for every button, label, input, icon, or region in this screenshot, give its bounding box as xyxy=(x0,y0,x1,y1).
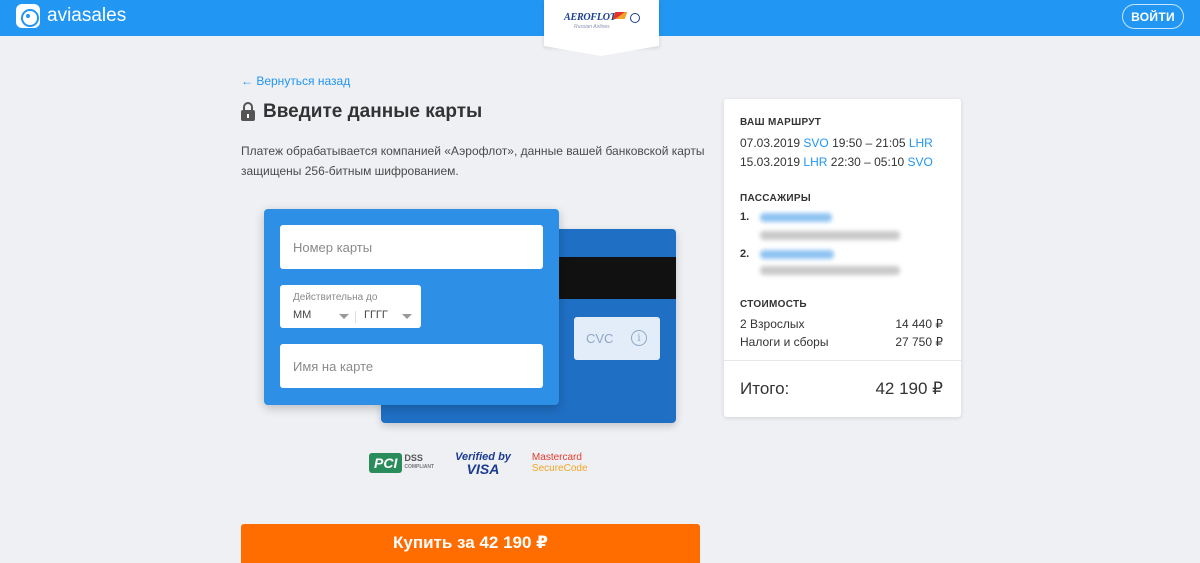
aeroflot-logo-text: AEROFLOT xyxy=(564,12,616,23)
skyteam-icon xyxy=(630,13,640,23)
passenger-name-redacted xyxy=(760,250,834,259)
order-summary: ВАШ МАРШРУТ 07.03.2019 SVO 19:50 – 21:05… xyxy=(724,99,961,417)
security-description: Платеж обрабатывается компанией «Аэрофло… xyxy=(241,144,705,178)
summary-divider xyxy=(724,360,961,361)
total-label: Итого: xyxy=(740,379,790,398)
info-icon[interactable]: i xyxy=(631,330,647,346)
security-logos: PCI DSS COMPLIANT Verified by VISA Maste… xyxy=(369,451,588,477)
cost-label: Налоги и сборы xyxy=(740,335,829,349)
cardholder-name-input[interactable]: Имя на карте xyxy=(280,344,543,388)
passenger-document-redacted xyxy=(760,266,900,275)
route-to: LHR xyxy=(908,136,933,150)
brand-name: aviasales xyxy=(47,5,127,26)
expiry-divider xyxy=(355,311,356,323)
mastercard-text: Mastercard xyxy=(531,452,582,463)
cvc-placeholder: CVC xyxy=(586,331,614,346)
pci-dss-logo: PCI DSS COMPLIANT xyxy=(369,453,434,473)
passenger-number: 1. xyxy=(740,211,750,223)
total-value: 42 190 ₽ xyxy=(875,379,943,398)
route-row: 07.03.2019 SVO 19:50 – 21:05 LHR xyxy=(740,136,933,150)
pci-mark: PCI xyxy=(369,453,403,473)
page-title: Введите данные карты xyxy=(263,101,483,122)
cvc-input[interactable]: CVC i xyxy=(574,317,660,360)
aeroflot-wing-icon xyxy=(612,12,628,19)
page-title-row: Введите данные карты xyxy=(241,101,482,123)
cost-row: 2 Взрослых 14 440 ₽ xyxy=(740,317,943,331)
cost-label: 2 Взрослых xyxy=(740,317,805,331)
airline-badge-tip xyxy=(544,46,658,56)
route-times: 19:50 – 21:05 xyxy=(832,136,906,150)
chevron-down-icon xyxy=(339,314,349,319)
route-to: SVO xyxy=(907,155,933,169)
aviasales-logo[interactable]: aviasales xyxy=(16,4,126,28)
expiry-year-select[interactable]: ГГГГ xyxy=(364,309,412,321)
pci-dss-text: DSS xyxy=(404,453,423,463)
pci-compliant-text: COMPLIANT xyxy=(404,464,435,470)
verified-by-visa-logo: Verified by VISA xyxy=(455,451,511,477)
expiry-month-value: ММ xyxy=(293,309,312,321)
expiry-label: Действительна до xyxy=(293,292,378,303)
securecode-text: SecureCode xyxy=(531,463,588,474)
cost-heading: СТОИМОСТЬ xyxy=(740,299,807,310)
mastercard-securecode-logo: Mastercard SecureCode xyxy=(532,452,588,474)
route-from: LHR xyxy=(803,155,828,169)
back-link[interactable]: ← Вернуться назад xyxy=(241,74,350,88)
login-button[interactable]: ВОЙТИ xyxy=(1122,4,1184,29)
passenger-number: 2. xyxy=(740,248,750,260)
passengers-heading: ПАССАЖИРЫ xyxy=(740,193,811,204)
aviasales-logo-icon xyxy=(16,4,40,28)
visa-brand-text: VISA xyxy=(466,461,500,477)
card-front: Номер карты Действительна до ММ ГГГГ Имя… xyxy=(264,209,559,405)
route-date: 07.03.2019 xyxy=(740,136,801,150)
expiry-field: Действительна до ММ ГГГГ xyxy=(280,285,421,328)
cost-value: 27 750 ₽ xyxy=(895,335,943,349)
passenger-name-redacted xyxy=(760,213,832,222)
route-times: 22:30 – 05:10 xyxy=(830,155,905,169)
expiry-month-select[interactable]: ММ xyxy=(293,309,349,321)
aeroflot-logo-subtext: Russian Airlines xyxy=(574,24,610,30)
chevron-down-icon xyxy=(402,314,412,319)
airline-logo-badge: AEROFLOT Russian Airlines xyxy=(544,0,659,46)
cost-row: Налоги и сборы 27 750 ₽ xyxy=(740,335,943,349)
magnetic-stripe xyxy=(554,257,676,299)
passenger-item: 2. xyxy=(740,248,759,260)
route-heading: ВАШ МАРШРУТ xyxy=(740,117,822,128)
route-from: SVO xyxy=(803,136,829,150)
passenger-document-redacted xyxy=(760,231,900,240)
total-row: Итого: 42 190 ₽ xyxy=(740,379,943,399)
buy-button[interactable]: Купить за 42 190 ₽ xyxy=(241,524,700,563)
route-row: 15.03.2019 LHR 22:30 – 05:10 SVO xyxy=(740,155,933,169)
passenger-item: 1. xyxy=(740,211,759,223)
lock-icon xyxy=(241,102,255,122)
cost-value: 14 440 ₽ xyxy=(895,317,943,331)
expiry-year-value: ГГГГ xyxy=(364,309,388,321)
route-date: 15.03.2019 xyxy=(740,155,801,169)
card-number-input[interactable]: Номер карты xyxy=(280,225,543,269)
